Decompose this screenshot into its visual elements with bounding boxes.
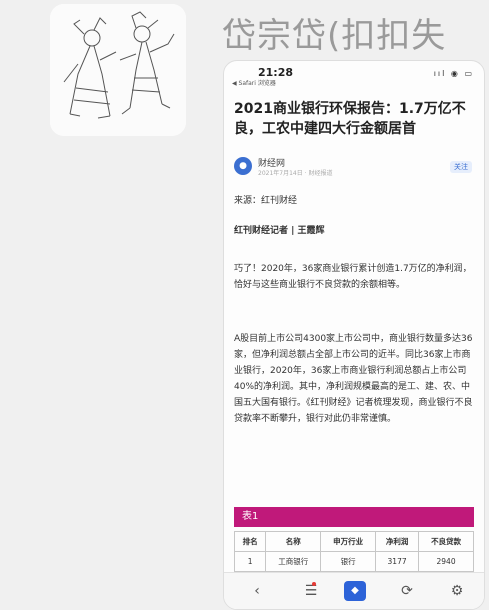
table-header-cell: 申万行业 — [320, 531, 377, 552]
back-to-app-link[interactable]: ◀ Safari 浏览器 — [232, 78, 276, 87]
article-paragraph-2: A股目前上市公司4300家上市公司中，商业银行数量多达36家，但净利润总额占全部… — [234, 334, 473, 424]
table-row: 1 工商银行 银行 3177 2940 — [233, 551, 474, 572]
status-bar: 21:28 ◀ Safari 浏览器 ııl ◉ ▭ — [224, 61, 484, 89]
table-header-row: 排名 名称 申万行业 净利润 不良贷款 — [233, 531, 474, 552]
table-cell: 2940 — [418, 551, 474, 572]
more-icon[interactable]: ⚙ — [446, 581, 468, 601]
account-row[interactable]: ● 财经网 2021年7月14日 · 财经报道 关注 — [234, 155, 476, 181]
list-icon[interactable]: ☰ — [300, 581, 322, 601]
article-source: 来源：红刊财经 — [234, 196, 298, 206]
article-title: 2021商业银行环保报告：1.7万亿不良，工农中建四大行金额居首 — [234, 101, 466, 137]
article-paragraph-1: 巧了！2020年，36家商业银行累计创造1.7万亿的净利润，恰好与这些商业银行不… — [234, 264, 472, 290]
table-header-cell: 净利润 — [375, 531, 420, 552]
follow-button[interactable]: 关注 — [450, 161, 472, 173]
table-cell: 银行 — [320, 551, 377, 572]
sender-name: 岱宗岱(扣扣失 — [222, 16, 447, 56]
notification-dot — [312, 582, 316, 586]
share-icon[interactable]: ⟳ — [396, 581, 418, 601]
signal-wifi-battery-icon: ııl ◉ ▭ — [433, 69, 474, 78]
table-title: 表1 — [234, 507, 474, 527]
data-table: 排名 名称 申万行业 净利润 不良贷款 1 工商银行 银行 3177 2940 — [233, 531, 474, 572]
account-meta: 2021年7月14日 · 财经报道 — [258, 170, 333, 177]
shared-screenshot[interactable]: 21:28 ◀ Safari 浏览器 ııl ◉ ▭ 2021商业银行环保报告：… — [223, 60, 485, 610]
browser-bottom-bar: ‹ ☰ ◆ ⟳ ⚙ — [224, 572, 484, 609]
table-header-cell: 排名 — [233, 531, 267, 552]
table-cell: 3177 — [375, 551, 420, 572]
back-icon[interactable]: ‹ — [246, 581, 268, 601]
center-app-icon[interactable]: ◆ — [344, 581, 366, 601]
table-cell: 工商银行 — [265, 551, 322, 572]
article-author: 红刊财经记者 | 王霞辉 — [234, 226, 325, 236]
table-header-cell: 不良贷款 — [418, 531, 474, 552]
avatar-sketch — [50, 4, 186, 136]
sender-avatar[interactable] — [50, 4, 186, 136]
table-header-cell: 名称 — [265, 531, 322, 552]
account-logo-icon: ● — [234, 157, 252, 175]
table-cell: 1 — [233, 551, 267, 572]
